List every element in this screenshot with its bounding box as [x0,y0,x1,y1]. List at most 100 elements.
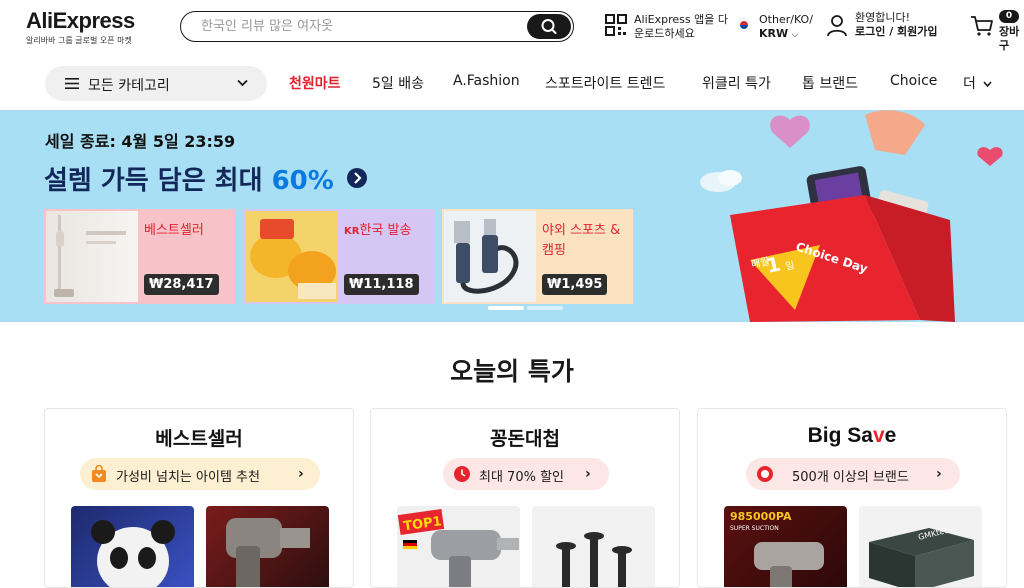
deal-pill-label: 500개 이상의 브랜드 [792,470,909,485]
chevron-right-icon: › [298,466,304,482]
nav-link-5day-delivery[interactable]: 5일 배송 [372,73,424,93]
banner-headline: 설렘 가득 담은 최대 60% [44,160,334,197]
banner-card-kr-shipping[interactable]: KR한국 발송 ₩11,118 [244,209,435,304]
suction-power-text: 985000PA [730,510,792,523]
qr-code-icon[interactable] [605,14,627,36]
promo-banner[interactable]: 세일 종료: 4월 5일 23:59 설렘 가득 담은 최대 60% 베스트셀러… [0,110,1024,322]
deal-pill-label: 최대 70% 할인 [479,470,564,485]
product-image-stick-vacuum [46,211,138,302]
banner-card-name: KR한국 발송 [344,221,411,242]
locale-currency: KRW [759,27,789,40]
product-image-usb-cable [444,211,536,302]
search-icon [541,19,557,34]
korea-flag-icon [737,18,751,32]
search-bar [180,11,574,42]
brand-badge-icon [757,466,773,482]
deal-card-title: 베스트셀러 [155,428,243,450]
all-categories-button[interactable]: 모든 카테고리 [45,66,267,101]
sale-end-text: 세일 종료: 4월 5일 23:59 [45,132,236,151]
deal-pill-label: 가성비 넘치는 아이템 추천 [116,470,260,485]
banner-card-price: ₩11,118 [344,274,419,295]
banner-headline-text: 설렘 가득 담은 최대 [44,166,272,196]
locale-language: Other/KO/ [759,13,813,26]
account-menu[interactable]: 환영합니다! 로그인 / 회원가입 [855,11,938,39]
deal-product-image[interactable] [71,506,194,587]
chevron-right-icon [354,172,362,184]
logo-subtitle: 알리바바 그룹 글로벌 오픈 마켓 [26,36,132,45]
banner-discount-percent: 60% [271,166,334,196]
cart-count-badge: 0 [999,10,1019,23]
deal-card-kkongdon[interactable]: 꽁돈대첩 최대 70% 할인 › TOP1 [370,408,680,588]
banner-card-price: ₩28,417 [144,274,219,295]
banner-card-price: ₩1,495 [542,274,608,295]
banner-card-outdoor[interactable]: 야외 스포츠 & 캠핑 ₩1,495 [442,209,633,304]
banner-arrow-button[interactable] [347,168,367,188]
aliexpress-logo[interactable]: AliExpress 알리바바 그룹 글로벌 오픈 마켓 [26,8,135,46]
big-save-title-a: Big Sa [807,424,873,447]
choice-day-bag-illustration: Choice Day 매월 1 일 [700,110,1003,322]
app-download-line2: 운로드하세요 [634,27,695,40]
deal-pill-button[interactable]: 최대 70% 할인 › [443,458,609,490]
all-categories-label: 모든 카테고리 [88,78,170,94]
banner-card-bestseller[interactable]: 베스트셀러 ₩28,417 [44,209,235,304]
deal-pill-button[interactable]: 가성비 넘치는 아이템 추천 › [80,458,320,490]
search-button[interactable] [527,14,571,39]
banner-card-name-text: 한국 발송 [359,223,412,238]
nav-link-weekly-deals[interactable]: 위클리 특가 [702,73,771,93]
locale-selector[interactable]: Other/KO/ KRW ⌵ [759,13,813,42]
deal-product-image[interactable] [206,506,329,587]
menu-icon [65,78,79,89]
chevron-right-icon: › [936,466,942,482]
shopping-bag-icon [92,465,106,482]
mini-pc-product-image: GMKtec [869,526,974,587]
vacuum-product-image: 985000PA SUPER SUCTION [730,510,824,587]
nav-link-1000won-mart[interactable]: 천원마트 [289,73,341,93]
cart-label[interactable]: 장바구 [999,25,1024,53]
app-download-link[interactable]: AliExpress 앱을 다 운로드하세요 [634,13,728,41]
login-signup-link: 로그인 / 회원가입 [855,25,938,38]
cart-icon[interactable] [970,15,994,37]
nav-link-a-fashion[interactable]: A.Fashion [453,73,520,89]
clock-icon [454,466,470,482]
user-icon[interactable] [826,14,848,38]
logo-text: AliExpress [26,8,135,33]
nav-link-top-brands[interactable]: 톱 브랜드 [802,73,858,93]
super-suction-text: SUPER SUCTION [730,525,779,532]
kr-prefix: KR [344,226,360,237]
carousel-dot-active[interactable] [488,306,524,310]
banner-card-name-line2: 캠핑 [542,243,566,258]
welcome-text: 환영합니다! [855,11,911,24]
banner-card-name: 야외 스포츠 & 캠핑 [542,221,620,261]
air-duster-product-image: TOP1 [397,509,519,587]
nav-link-more[interactable]: 더 [963,73,992,93]
carousel-dot[interactable] [527,306,563,310]
nav-link-choice[interactable]: Choice [890,73,937,89]
app-download-line1: AliExpress 앱을 다 [634,13,728,26]
deal-product-image[interactable]: 985000PA SUPER SUCTION [724,506,847,587]
panda-product-image [91,520,175,587]
deal-product-image[interactable]: TOP1 [397,506,520,587]
product-image-mango [246,211,338,302]
deal-product-image[interactable] [532,506,655,587]
banner-card-name: 베스트셀러 [144,223,204,238]
main-navigation: 모든 카테고리 천원마트 5일 배송 A.Fashion 스포트라이트 트렌드 … [0,56,1024,110]
header: AliExpress 알리바바 그룹 글로벌 오픈 마켓 AliExpress … [0,0,1024,56]
chevron-down-icon [983,81,992,88]
nav-more-label: 더 [963,76,976,92]
deal-card-title: 꽁돈대첩 [490,428,560,450]
deal-card-big-save[interactable]: Big Save 500개 이상의 브랜드 › 985000PA SUPER S… [697,408,1007,588]
banner-card-name-line1: 야외 스포츠 & [542,223,621,238]
deal-card-title: Big Save [698,424,1006,448]
deal-pill-button[interactable]: 500개 이상의 브랜드 › [746,458,960,490]
deal-product-image[interactable]: GMKtec [859,506,982,587]
chevron-down-icon [237,79,248,87]
chevron-right-icon: › [585,466,591,482]
todays-deals-title: 오늘의 특가 [450,357,574,386]
nav-link-spotlight-trend[interactable]: 스포트라이트 트렌드 [545,73,665,93]
chevron-down-icon: ⌵ [791,30,799,40]
big-save-title-c: e [884,424,897,447]
search-input[interactable] [201,17,521,36]
blower-product-image [226,518,310,587]
deal-card-bestseller[interactable]: 베스트셀러 가성비 넘치는 아이템 추천 › [44,408,354,588]
screws-product-image [556,532,632,587]
